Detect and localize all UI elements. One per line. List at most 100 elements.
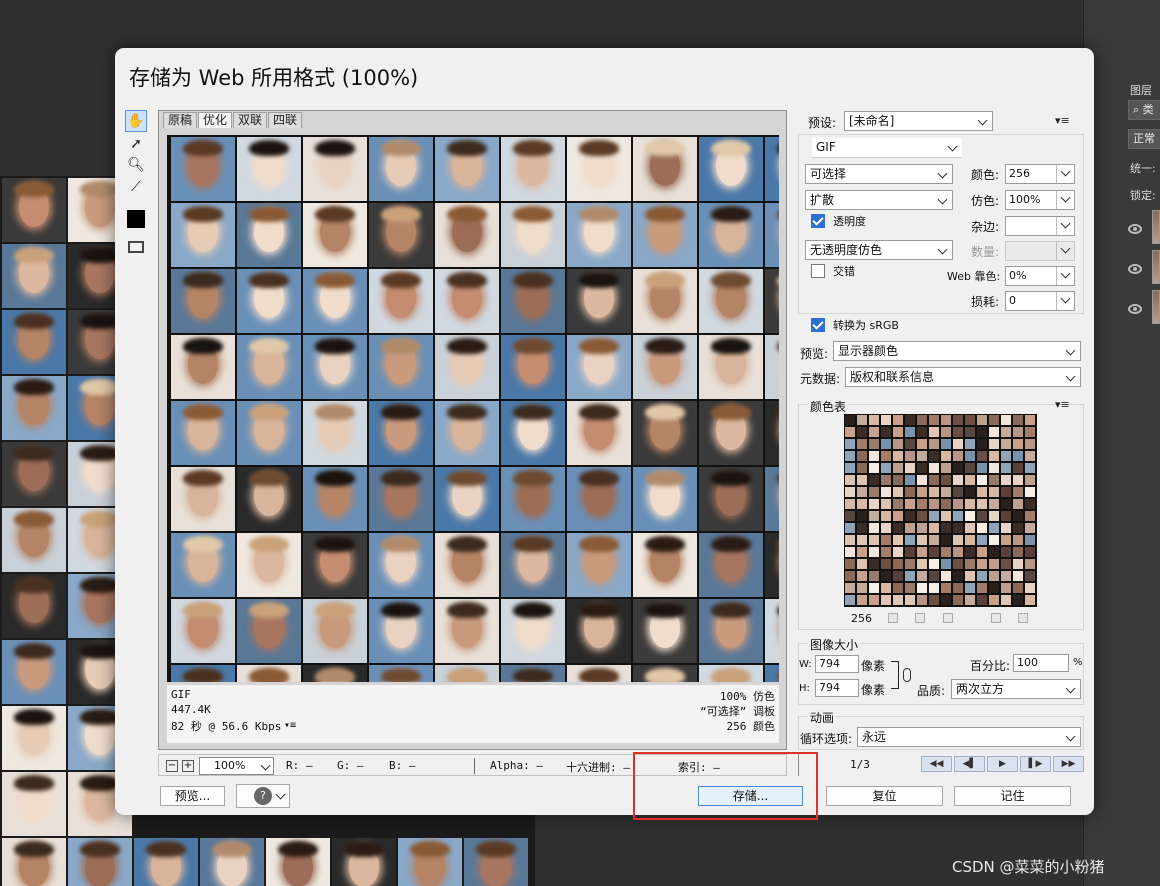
lossy-combo[interactable]: 0 xyxy=(1005,291,1075,311)
color-swatch[interactable] xyxy=(1013,595,1023,605)
color-swatch[interactable] xyxy=(869,499,879,509)
color-swatch[interactable] xyxy=(845,511,855,521)
last-frame-button[interactable]: ▶▶ xyxy=(1053,756,1084,772)
color-swatch[interactable] xyxy=(869,595,879,605)
color-swatch[interactable] xyxy=(905,571,915,581)
color-swatch[interactable] xyxy=(869,439,879,449)
color-swatch[interactable] xyxy=(1001,427,1011,437)
color-swatch[interactable] xyxy=(977,547,987,557)
colors-combo[interactable]: 256 xyxy=(1005,164,1075,184)
color-swatch[interactable] xyxy=(965,427,975,437)
color-swatch[interactable] xyxy=(929,487,939,497)
color-swatch[interactable] xyxy=(977,535,987,545)
hand-tool-icon[interactable]: ✋ xyxy=(125,110,147,132)
color-swatch[interactable] xyxy=(989,583,999,593)
color-swatch[interactable] xyxy=(881,595,891,605)
color-swatch[interactable] xyxy=(929,439,939,449)
web-snap-combo[interactable]: 0% xyxy=(1005,266,1075,286)
color-swatch[interactable] xyxy=(1001,511,1011,521)
color-swatch[interactable] xyxy=(965,499,975,509)
height-field[interactable]: 794 xyxy=(815,679,859,697)
color-swatch[interactable] xyxy=(905,595,915,605)
optimize-menu-icon[interactable]: ▾≡ xyxy=(1055,114,1070,127)
tab-2-up[interactable]: 双联 xyxy=(233,112,268,128)
color-swatch[interactable] xyxy=(977,475,987,485)
optimized-image-preview[interactable] xyxy=(167,135,779,682)
color-swatch[interactable] xyxy=(845,427,855,437)
new-color-icon[interactable] xyxy=(991,613,1001,623)
color-swatch[interactable] xyxy=(869,415,879,425)
color-swatch[interactable] xyxy=(1001,475,1011,485)
lock-color-icon[interactable] xyxy=(943,613,953,623)
color-swatch[interactable] xyxy=(1013,439,1023,449)
color-swatch[interactable] xyxy=(917,475,927,485)
color-swatch[interactable] xyxy=(1013,523,1023,533)
color-swatch[interactable] xyxy=(989,547,999,557)
color-swatch[interactable] xyxy=(929,571,939,581)
color-swatch[interactable] xyxy=(941,523,951,533)
color-swatch[interactable] xyxy=(881,523,891,533)
color-swatch[interactable] xyxy=(881,499,891,509)
color-swatch[interactable] xyxy=(1025,427,1035,437)
zoom-level-select[interactable]: 100% xyxy=(199,757,274,775)
color-swatch[interactable] xyxy=(881,427,891,437)
color-swatch[interactable] xyxy=(905,475,915,485)
color-swatch[interactable] xyxy=(1013,583,1023,593)
color-swatch[interactable] xyxy=(989,535,999,545)
color-swatch[interactable] xyxy=(977,511,987,521)
color-swatch[interactable] xyxy=(917,511,927,521)
color-swatch[interactable] xyxy=(965,535,975,545)
dither-algorithm-select[interactable]: 扩散 xyxy=(805,190,953,210)
color-swatch[interactable] xyxy=(941,511,951,521)
next-frame-button[interactable]: ▌▶ xyxy=(1020,756,1051,772)
color-swatch[interactable] xyxy=(917,499,927,509)
color-swatch[interactable] xyxy=(869,535,879,545)
toggle-slices-visibility-icon[interactable] xyxy=(125,236,147,258)
color-swatch[interactable] xyxy=(845,451,855,461)
color-swatch[interactable] xyxy=(965,463,975,473)
color-swatch[interactable] xyxy=(893,511,903,521)
color-swatch[interactable] xyxy=(1001,499,1011,509)
color-swatch[interactable] xyxy=(905,451,915,461)
color-swatch[interactable] xyxy=(941,463,951,473)
color-swatch[interactable] xyxy=(869,583,879,593)
web-shift-icon[interactable] xyxy=(915,613,925,623)
width-field[interactable]: 794 xyxy=(815,655,859,673)
color-swatch[interactable] xyxy=(857,559,867,569)
color-swatch[interactable] xyxy=(941,415,951,425)
color-swatch[interactable] xyxy=(941,451,951,461)
layer-visibility-eye-icon[interactable] xyxy=(1128,304,1142,314)
color-swatch[interactable] xyxy=(977,463,987,473)
loop-options-select[interactable]: 永远 xyxy=(857,727,1081,747)
color-swatch[interactable] xyxy=(929,559,939,569)
zoom-tool-icon[interactable]: 🔍︎ xyxy=(125,154,147,176)
browser-select-button[interactable]: ? xyxy=(236,784,290,808)
color-swatch[interactable] xyxy=(845,535,855,545)
color-table-menu-icon[interactable]: ▾≡ xyxy=(1055,398,1070,411)
color-swatch[interactable] xyxy=(929,583,939,593)
color-swatch[interactable] xyxy=(857,571,867,581)
percent-field[interactable]: 100 xyxy=(1013,654,1069,672)
color-swatch[interactable] xyxy=(965,547,975,557)
color-swatch[interactable] xyxy=(953,499,963,509)
color-swatch[interactable] xyxy=(953,487,963,497)
color-swatch[interactable] xyxy=(989,475,999,485)
first-frame-button[interactable]: ◀◀ xyxy=(921,756,952,772)
color-swatch[interactable] xyxy=(989,571,999,581)
color-swatch[interactable] xyxy=(857,547,867,557)
color-swatch[interactable] xyxy=(881,571,891,581)
color-swatch[interactable] xyxy=(965,475,975,485)
color-swatch[interactable] xyxy=(857,595,867,605)
color-swatch[interactable] xyxy=(1025,583,1035,593)
play-button[interactable]: ▶ xyxy=(987,756,1018,772)
previous-frame-button[interactable]: ◀▌ xyxy=(954,756,985,772)
color-swatch[interactable] xyxy=(941,427,951,437)
quality-select[interactable]: 两次立方 xyxy=(951,679,1081,699)
color-swatch[interactable] xyxy=(869,547,879,557)
color-swatch[interactable] xyxy=(941,475,951,485)
color-swatch[interactable] xyxy=(857,475,867,485)
color-swatch[interactable] xyxy=(1025,463,1035,473)
color-swatch[interactable] xyxy=(857,451,867,461)
color-swatch[interactable] xyxy=(1013,559,1023,569)
color-swatch[interactable] xyxy=(905,499,915,509)
